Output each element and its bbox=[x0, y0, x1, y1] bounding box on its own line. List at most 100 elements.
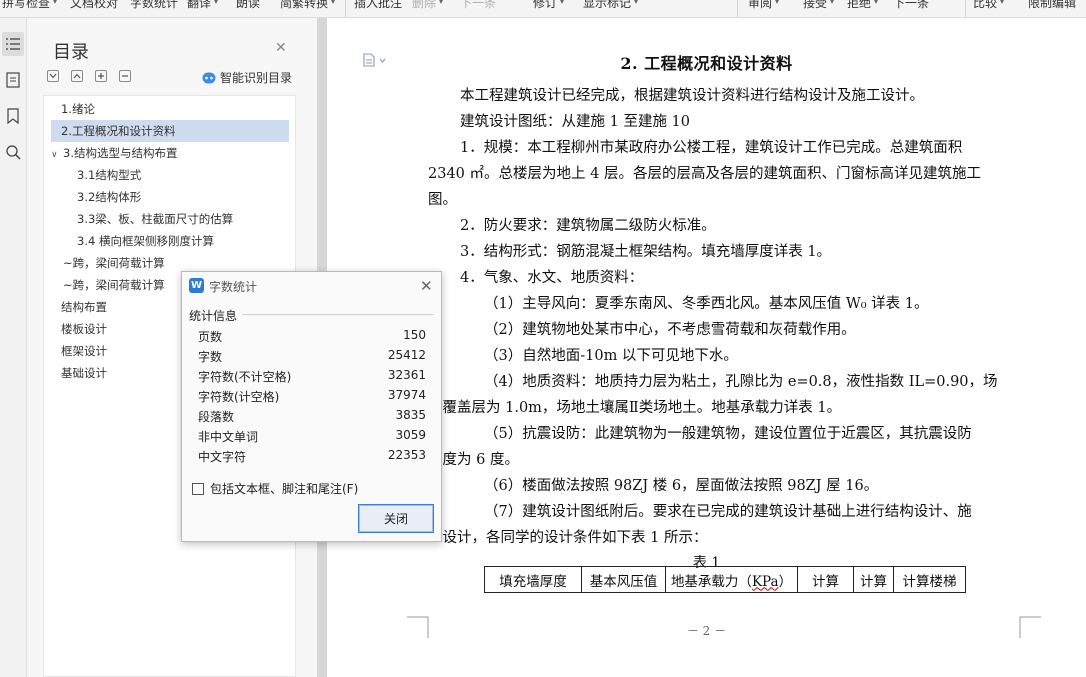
stat-row: 字符数(不计空格) 32361 bbox=[198, 368, 426, 388]
toolbar-item[interactable]: 拒绝 bbox=[847, 0, 871, 11]
toolbar-separator bbox=[737, 0, 738, 17]
stat-value: 3059 bbox=[395, 428, 426, 442]
toolbar-item[interactable]: 插入批注 bbox=[354, 0, 402, 11]
toolbar-item[interactable]: 审阅 bbox=[748, 0, 772, 11]
collapse-all-icon[interactable] bbox=[71, 70, 83, 82]
toolbar-item[interactable]: 翻译 bbox=[187, 0, 211, 11]
dropdown-caret-icon[interactable]: ▾ bbox=[560, 0, 564, 6]
dropdown-caret-icon[interactable]: ▾ bbox=[331, 0, 335, 6]
include-textbox-checkbox[interactable]: 包括文本框、脚注和尾注(F) bbox=[192, 480, 358, 497]
toc-item-label: 2.工程概况和设计资料 bbox=[61, 124, 176, 138]
toc-item-label: 楼板设计 bbox=[61, 322, 107, 336]
close-icon[interactable]: ✕ bbox=[420, 277, 433, 295]
paragraph-line: （7）建筑设计图纸附后。要求在已完成的建筑设计基础上进行结构设计、施 bbox=[484, 504, 972, 520]
paragraph-line: 建筑设计图纸：从建施 1 至建施 10 bbox=[460, 114, 691, 130]
paragraph-line: （5）抗震设防：此建筑物为一般建筑物，建设位置位于近震区，其抗震设防 bbox=[484, 426, 972, 442]
paragraph-line: 2．防火要求：建筑物属二级防火标准。 bbox=[460, 218, 716, 234]
section-heading: 2. 工程概况和设计资料 bbox=[620, 54, 793, 73]
toolbar-item[interactable]: 文档校对 bbox=[70, 0, 118, 11]
bookmark-icon[interactable] bbox=[2, 104, 24, 128]
checkbox-box[interactable] bbox=[192, 482, 204, 495]
stat-value: 22353 bbox=[387, 448, 426, 462]
toc-item-label: 结构布置 bbox=[61, 300, 107, 314]
toc-item[interactable]: 1.绪论 bbox=[51, 98, 291, 120]
chevron-down-icon[interactable]: ∨ bbox=[51, 144, 63, 166]
dropdown-caret-icon[interactable]: ▾ bbox=[830, 0, 834, 6]
table-cell: 计算 bbox=[797, 566, 854, 593]
close-icon[interactable]: ✕ bbox=[275, 40, 287, 56]
toolbar-item[interactable]: 接受 bbox=[803, 0, 827, 11]
dropdown-caret-icon[interactable]: ▾ bbox=[439, 0, 443, 6]
toc-item[interactable]: 3.1结构型式 bbox=[51, 164, 291, 186]
toc-item-label: 3.3梁、板、柱截面尺寸的估算 bbox=[77, 212, 234, 226]
stat-label: 中文字符 bbox=[198, 450, 247, 464]
stat-row: 非中文单词 3059 bbox=[198, 428, 426, 448]
paragraph-line: 工设计，各同学的设计条件如下表 1 所示： bbox=[428, 530, 708, 546]
review-toolbar: 拼写检查 ▾ 文档校对 字数统计 翻译 ▾ 朗读 简繁转换 ▾ 插入批注 删除 ▾ 下一条 修订 ▾ 显示标记… bbox=[0, 0, 1086, 18]
toc-item-label: 3.4 横向框架侧移刚度计算 bbox=[77, 234, 214, 248]
table-cell-text: ） bbox=[778, 573, 793, 590]
toc-panel-icon[interactable] bbox=[2, 32, 24, 56]
remove-heading-icon[interactable] bbox=[119, 70, 131, 82]
stat-row: 页数 150 bbox=[198, 328, 426, 348]
add-heading-icon[interactable] bbox=[95, 70, 107, 82]
design-table: 填充墙厚度 基本风压值 地基承载力（KPa） 计算 计算 计算楼梯 bbox=[484, 566, 966, 593]
toolbar-item[interactable]: 修订 bbox=[533, 0, 557, 11]
stat-row: 中文字符 22353 bbox=[198, 448, 426, 468]
toolbar-item[interactable]: 下一条 bbox=[460, 0, 496, 11]
toc-item-label: ~跨，梁间荷载计算 bbox=[63, 256, 165, 270]
paragraph-line: （3）自然地面-10m 以下可见地下水。 bbox=[484, 348, 738, 364]
paragraph-line: 3．结构形式：钢筋混凝土框架结构。填充墙厚度详表 1。 bbox=[460, 244, 832, 260]
smart-toc-button[interactable]: 智能识别目录 bbox=[202, 69, 292, 86]
page-thumbnail-icon[interactable] bbox=[2, 68, 24, 92]
stat-row: 字数 25412 bbox=[198, 348, 426, 368]
toolbar-item[interactable]: 拼写检查 bbox=[2, 0, 50, 11]
paragraph-line: 地覆盖层为 1.0m，场地土壤属Ⅱ类场地土。地基承载力详表 1。 bbox=[428, 400, 842, 416]
find-replace-icon[interactable] bbox=[2, 140, 24, 164]
table-cell: 计算楼梯 bbox=[893, 566, 966, 593]
toolbar-item[interactable]: 删除 bbox=[412, 0, 436, 11]
paragraph-line: （2）建筑物地处某市中心，不考虑雪荷载和灰荷载作用。 bbox=[484, 322, 856, 338]
dropdown-caret-icon[interactable]: ▾ bbox=[214, 0, 218, 6]
word-count-dialog: W 字数统计 ✕ 统计信息 页数 150 字数 25412 字符数(不计空格) 32361… bbox=[181, 271, 442, 542]
dropdown-caret-icon[interactable]: ▾ bbox=[874, 0, 878, 6]
toolbar-separator bbox=[965, 0, 966, 17]
wps-logo-icon: W bbox=[189, 278, 204, 293]
table-cell-text: 地基承载力（ bbox=[670, 573, 752, 590]
table-cell: 地基承载力（KPa） bbox=[665, 566, 798, 593]
toc-item[interactable]: 3.2结构体形 bbox=[51, 186, 291, 208]
toolbar-item[interactable]: 显示标记 bbox=[583, 0, 631, 11]
toolbar-item[interactable]: 字数统计 bbox=[130, 0, 178, 11]
stat-row: 段落数 3835 bbox=[198, 408, 426, 428]
dropdown-caret-icon[interactable]: ▾ bbox=[53, 0, 57, 6]
expand-all-icon[interactable] bbox=[47, 70, 59, 82]
dropdown-caret-icon[interactable]: ▾ bbox=[1000, 0, 1004, 6]
dialog-titlebar[interactable]: W 字数统计 ✕ bbox=[182, 272, 441, 300]
stat-label: 字符数(不计空格) bbox=[198, 370, 292, 384]
spellcheck-word: KPa bbox=[751, 573, 779, 590]
dropdown-caret-icon[interactable]: ▾ bbox=[775, 0, 779, 6]
toolbar-item[interactable]: 下一条 bbox=[893, 0, 929, 11]
stat-label: 字符数(计空格) bbox=[198, 390, 280, 404]
toolbar-item[interactable]: 比较 bbox=[973, 0, 997, 11]
toc-item-label: 3.2结构体形 bbox=[77, 190, 142, 204]
dropdown-caret-icon[interactable]: ▾ bbox=[634, 0, 638, 6]
toc-item[interactable]: ∨ 3.结构选型与结构布置 bbox=[51, 142, 291, 164]
close-button[interactable]: 关闭 bbox=[358, 504, 434, 533]
toc-item-label: 3.结构选型与结构布置 bbox=[63, 146, 178, 160]
paragraph-line: （4）地质资料：地质持力层为粘土，孔隙比为 e=0.8，液性指数 IL=0.90… bbox=[484, 374, 998, 390]
paragraph-line: 4．气象、水文、地质资料： bbox=[460, 270, 644, 286]
stat-label: 非中文单词 bbox=[198, 430, 259, 444]
toolbar-item[interactable]: 朗读 bbox=[236, 0, 260, 11]
dialog-title: 字数统计 bbox=[209, 280, 258, 294]
toolbar-item[interactable]: 限制编辑 bbox=[1028, 0, 1076, 11]
toolbar-item[interactable]: 简繁转换 bbox=[280, 0, 328, 11]
paragraph-line: 本工程建筑设计已经完成，根据建筑设计资料进行结构设计及施工设计。 bbox=[460, 88, 924, 104]
toolbar-separator bbox=[345, 0, 346, 17]
toc-item[interactable]: 3.4 横向框架侧移刚度计算 bbox=[51, 230, 291, 252]
smart-toc-icon bbox=[202, 72, 216, 83]
paragraph-line: 2340 ㎡。总楼层为地上 4 层。各层的层高及各层的建筑面积、门窗标高详见建筑… bbox=[428, 166, 981, 182]
toc-item[interactable]: 2.工程概况和设计资料 bbox=[51, 120, 289, 142]
toc-item[interactable]: 3.3梁、板、柱截面尺寸的估算 bbox=[51, 208, 291, 230]
stat-value: 3835 bbox=[395, 408, 426, 422]
